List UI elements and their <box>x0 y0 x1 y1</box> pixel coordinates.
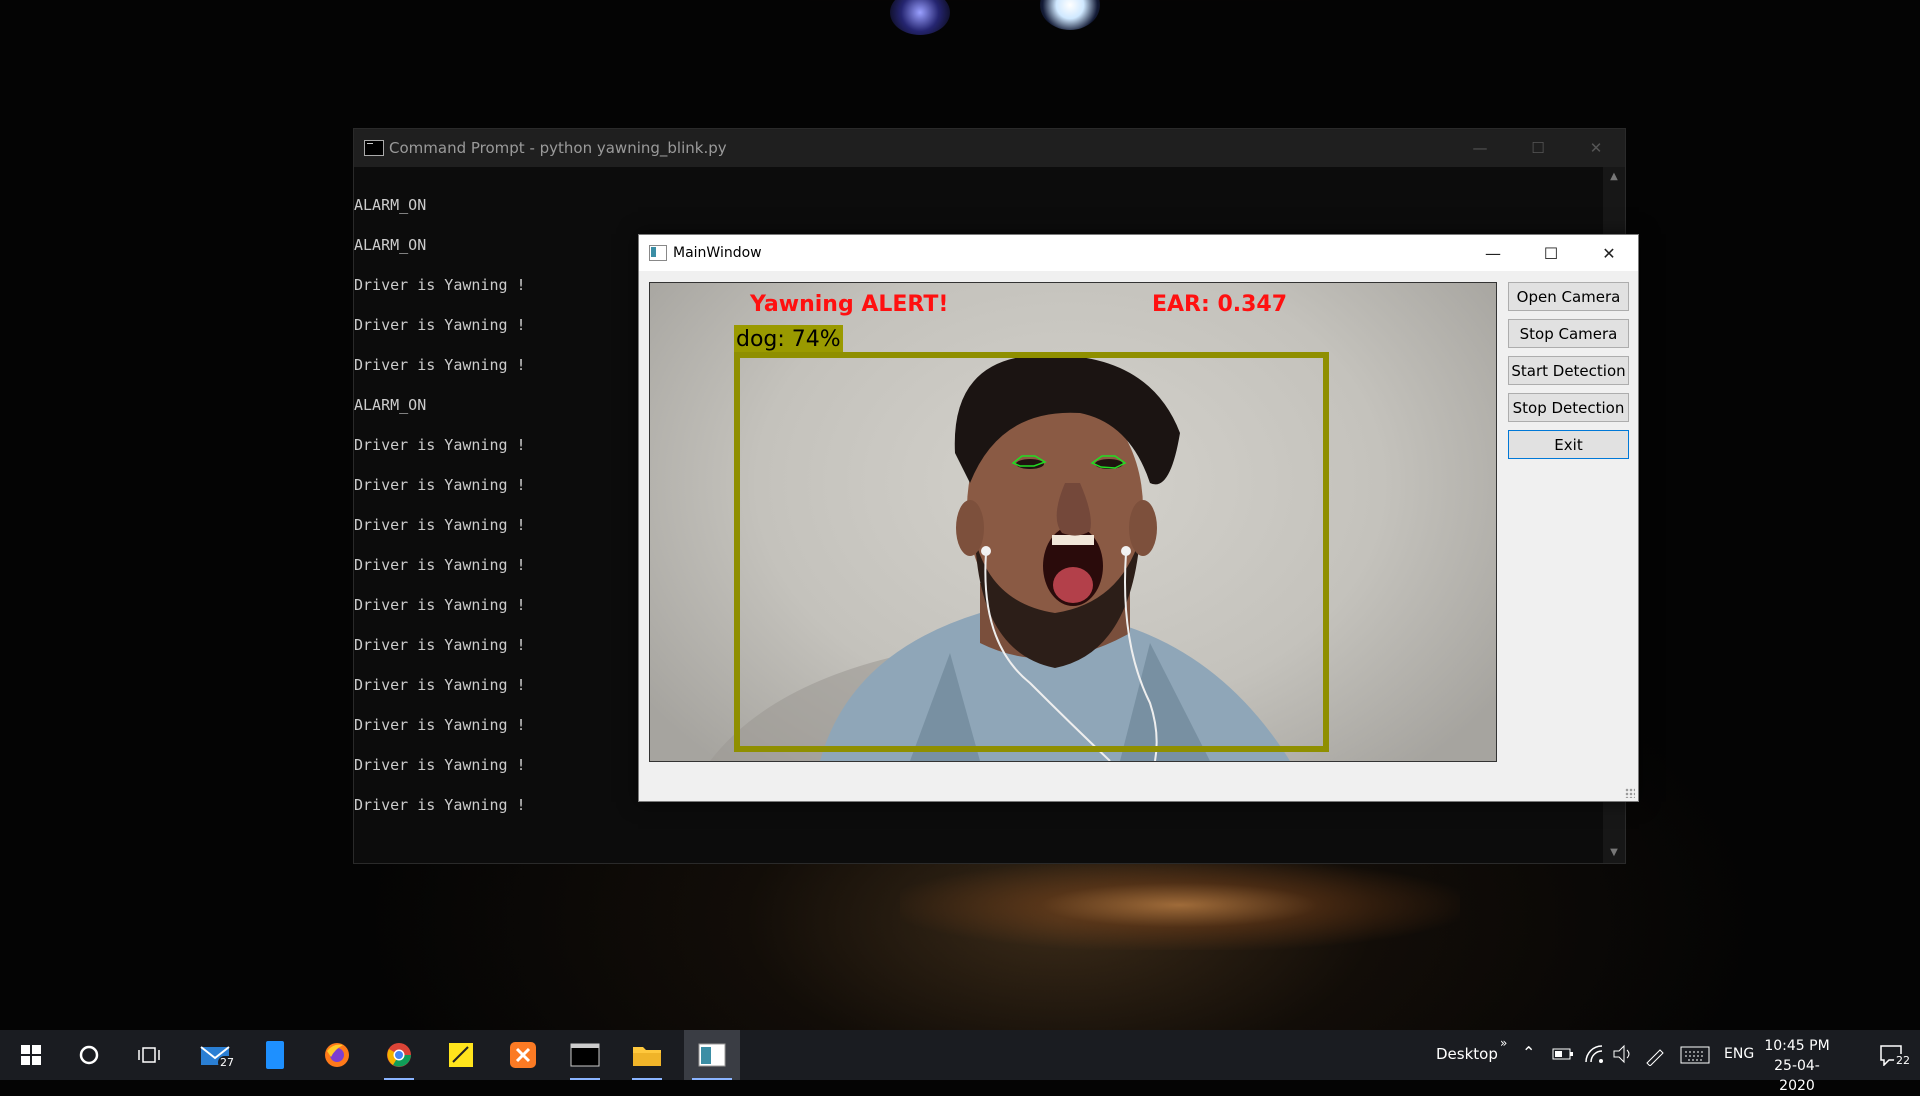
windows-icon <box>21 1045 41 1065</box>
desktop-toolbar-label[interactable]: Desktop <box>1436 1045 1498 1063</box>
detection-bounding-box <box>734 352 1329 752</box>
maximize-button[interactable]: ☐ <box>1509 129 1567 167</box>
minimize-button[interactable]: — <box>1451 129 1509 167</box>
wallpaper-glow <box>900 860 1460 950</box>
taskbar-sticky-notes[interactable] <box>438 1030 484 1080</box>
cmd-title: Command Prompt - python yawning_blink.py <box>389 139 727 157</box>
taskbar-xampp[interactable] <box>500 1030 546 1080</box>
taskbar-file-explorer[interactable] <box>624 1030 670 1080</box>
cmd-title-bar[interactable]: Command Prompt - python yawning_blink.py… <box>354 129 1625 167</box>
xampp-icon <box>510 1042 536 1068</box>
start-detection-button[interactable]: Start Detection <box>1508 356 1629 385</box>
main-window-title: MainWindow <box>673 245 762 261</box>
cmd-output-line: ALARM_ON <box>354 196 427 214</box>
mail-badge: 27 <box>218 1056 236 1069</box>
stop-detection-button[interactable]: Stop Detection <box>1508 393 1629 422</box>
volume-icon[interactable] <box>1612 1044 1634 1064</box>
camera-feed: Yawning ALERT! EAR: 0.347 dog: 74% <box>649 282 1497 762</box>
minimize-button[interactable]: — <box>1464 235 1522 271</box>
toolbar-expand-icon[interactable]: » <box>1500 1036 1507 1050</box>
resize-grip[interactable] <box>1625 788 1635 798</box>
clock-time: 10:45 PM <box>1764 1038 1830 1054</box>
language-indicator[interactable]: ENG <box>1724 1046 1754 1062</box>
detection-label: dog: 74% <box>734 325 843 354</box>
maximize-button[interactable]: ☐ <box>1522 235 1580 271</box>
wallpaper-light <box>1040 0 1100 30</box>
stop-camera-button[interactable]: Stop Camera <box>1508 319 1629 348</box>
yawning-alert-text: Yawning ALERT! <box>750 292 949 317</box>
terminal-icon <box>364 140 384 156</box>
chevron-up-icon[interactable]: ⌃ <box>1522 1043 1535 1062</box>
folder-icon <box>633 1047 661 1066</box>
chrome-icon <box>387 1043 411 1067</box>
cortana-icon <box>79 1045 99 1065</box>
exit-button[interactable]: Exit <box>1508 430 1629 459</box>
ear-value-text: EAR: 0.347 <box>1152 292 1288 317</box>
wifi-icon[interactable] <box>1584 1044 1606 1064</box>
search-button[interactable] <box>66 1030 112 1080</box>
keyboard-icon[interactable] <box>1680 1046 1710 1064</box>
action-center-button[interactable]: 22 <box>1866 1030 1916 1080</box>
taskbar-command-prompt[interactable] <box>562 1030 608 1080</box>
firefox-icon <box>325 1043 349 1067</box>
wallpaper-light <box>890 0 950 35</box>
main-window-title-bar[interactable]: MainWindow — ☐ ✕ <box>639 235 1638 271</box>
scroll-down-icon[interactable]: ▼ <box>1603 843 1625 863</box>
terminal-icon <box>570 1043 600 1067</box>
close-button[interactable]: ✕ <box>1580 235 1638 271</box>
phone-icon <box>266 1041 284 1069</box>
task-view-button[interactable] <box>126 1030 172 1080</box>
app-window-icon <box>698 1043 726 1067</box>
taskbar-firefox[interactable] <box>314 1030 360 1080</box>
control-buttons: Open Camera Stop Camera Start Detection … <box>1508 282 1629 467</box>
task-view-icon <box>138 1047 160 1063</box>
main-window[interactable]: MainWindow — ☐ ✕ Yawning ALERT! EAR: 0.3… <box>638 234 1639 802</box>
taskbar-python-app[interactable] <box>684 1030 740 1080</box>
sticky-notes-icon <box>449 1043 473 1067</box>
taskbar-mail[interactable]: 27 <box>190 1030 240 1080</box>
taskbar: 27 Desktop » ⌃ ENG 10:45 PM 25-04-2020 2… <box>0 1030 1920 1094</box>
pen-icon[interactable] <box>1644 1044 1666 1066</box>
clock[interactable]: 10:45 PM 25-04-2020 <box>1760 1036 1834 1096</box>
taskbar-app[interactable] <box>252 1030 298 1080</box>
open-camera-button[interactable]: Open Camera <box>1508 282 1629 311</box>
taskbar-chrome[interactable] <box>376 1030 422 1080</box>
battery-icon[interactable] <box>1552 1047 1574 1061</box>
start-button[interactable] <box>8 1030 54 1080</box>
notification-badge: 22 <box>1894 1054 1912 1067</box>
scroll-up-icon[interactable]: ▲ <box>1603 167 1625 187</box>
clock-date: 25-04-2020 <box>1774 1058 1820 1094</box>
app-icon <box>649 245 667 261</box>
close-button[interactable]: ✕ <box>1567 129 1625 167</box>
